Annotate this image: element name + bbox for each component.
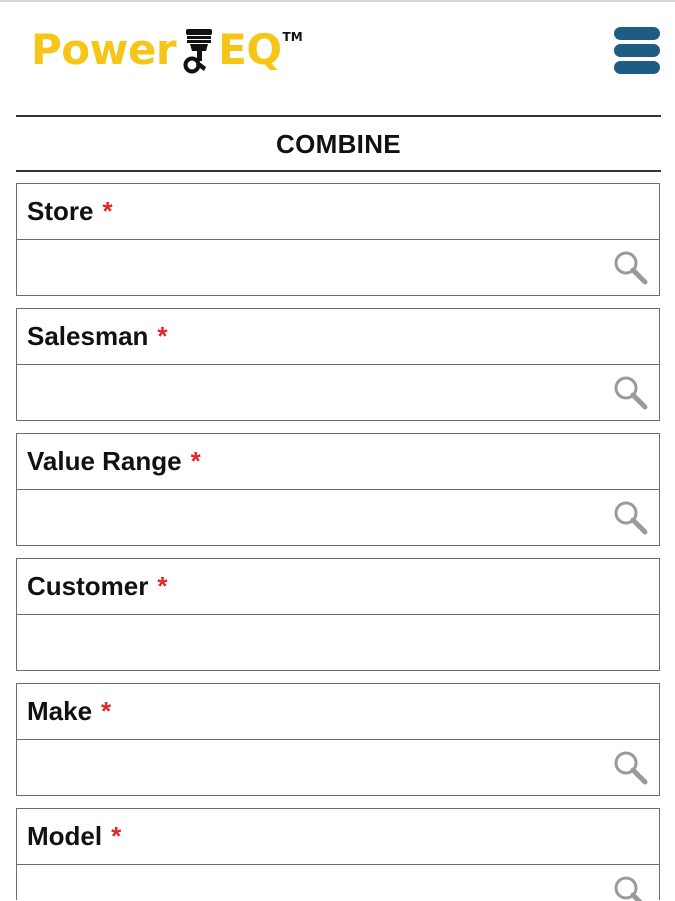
app-header: Power EQ TM xyxy=(0,0,675,110)
store-search-icon[interactable] xyxy=(611,248,649,286)
value-range-search-icon[interactable] xyxy=(611,498,649,536)
field-label-text: Value Range xyxy=(27,446,182,476)
page-title: COMBINE xyxy=(276,128,401,159)
field-label-text: Customer xyxy=(27,571,149,601)
value-range-label: Value Range * xyxy=(17,434,659,490)
required-marker: * xyxy=(190,446,201,476)
required-marker: * xyxy=(111,821,122,851)
logo-text-eq: EQ xyxy=(218,25,282,74)
store-field: Store * xyxy=(16,183,660,296)
field-label-text: Salesman xyxy=(27,321,149,351)
model-input[interactable] xyxy=(17,865,659,901)
value-range-field: Value Range * xyxy=(16,433,660,546)
make-label: Make * xyxy=(17,684,659,740)
store-label: Store * xyxy=(17,184,659,240)
piston-icon xyxy=(183,29,213,74)
title-divider-bottom xyxy=(16,170,661,172)
field-label-text: Store xyxy=(27,196,94,226)
salesman-label: Salesman * xyxy=(17,309,659,365)
model-label: Model * xyxy=(17,809,659,865)
required-marker: * xyxy=(102,196,113,226)
customer-field: Customer * xyxy=(16,558,660,671)
logo-text-power: Power xyxy=(31,25,177,74)
model-field: Model * xyxy=(16,808,660,901)
hamburger-menu-icon[interactable] xyxy=(614,27,660,75)
required-marker: * xyxy=(101,696,112,726)
store-input[interactable] xyxy=(17,240,659,295)
field-label-text: Model xyxy=(27,821,103,851)
customer-label: Customer * xyxy=(17,559,659,615)
salesman-field: Salesman * xyxy=(16,308,660,421)
trademark-mark: TM xyxy=(282,30,303,44)
required-marker: * xyxy=(157,571,168,601)
field-label-text: Make xyxy=(27,696,93,726)
customer-input[interactable] xyxy=(17,615,659,670)
value-range-input[interactable] xyxy=(17,490,659,545)
make-field: Make * xyxy=(16,683,660,796)
make-search-icon[interactable] xyxy=(611,748,649,786)
powereq-logo[interactable]: Power EQ TM xyxy=(31,24,303,80)
salesman-search-icon[interactable] xyxy=(611,373,649,411)
title-divider-top xyxy=(16,115,661,117)
make-input[interactable] xyxy=(17,740,659,795)
required-marker: * xyxy=(157,321,168,351)
salesman-input[interactable] xyxy=(17,365,659,420)
model-search-icon[interactable] xyxy=(611,873,649,901)
